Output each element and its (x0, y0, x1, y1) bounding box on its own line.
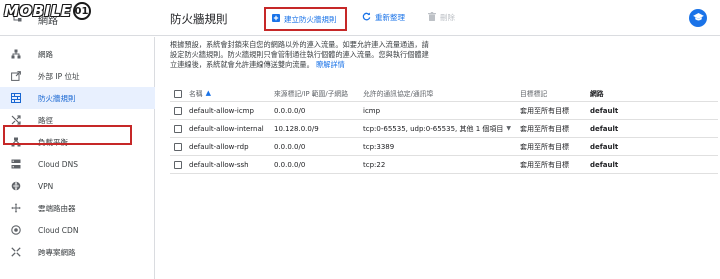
sidebar-item-cloud-router[interactable]: 雲端路由器 (0, 197, 155, 219)
rule-protocols: tcp:22 (363, 160, 386, 169)
row-checkbox[interactable] (174, 161, 182, 169)
rule-source: 0.0.0.0/0 (274, 106, 306, 115)
create-button-label: 建立防火牆規則 (284, 14, 337, 24)
column-header-source: 來源標記/IP 範圍/子網路 (274, 90, 349, 98)
sidebar-item-external-ip[interactable]: 外部 IP 位址 (0, 65, 155, 87)
cloud-dns-icon (11, 159, 21, 169)
table-row: default-allow-internal 10.128.0.0/9 tcp:… (170, 120, 718, 138)
sidebar-item-shared-vpc[interactable]: 跨專案網路 (0, 241, 155, 263)
column-header-protocols: 允許的通訊協定/通訊埠 (363, 90, 434, 98)
sidebar-item-cloud-cdn[interactable]: Cloud CDN (0, 219, 155, 241)
routes-icon (11, 115, 21, 125)
vpn-icon (11, 181, 21, 191)
rule-name[interactable]: default-allow-icmp (189, 102, 254, 119)
watermark: MOBILE 01 (4, 1, 91, 21)
sidebar-item-label: Cloud DNS (38, 159, 78, 169)
rule-network: default (590, 160, 619, 169)
network-icon (11, 49, 21, 59)
rule-target: 套用至所有目標 (520, 106, 569, 115)
sidebar-item-label: 網路 (38, 49, 53, 59)
rule-network: default (590, 142, 619, 151)
rule-name[interactable]: default-allow-internal (189, 120, 264, 137)
description: 根據預設，系統會封鎖來自您的網路以外的連入流量。如要允許連入流量通過，請設定防火… (170, 40, 432, 70)
firewall-rules-table: 名稱 ▲ 來源標記/IP 範圍/子網路 允許的通訊協定/通訊埠 目標標記 網路 … (170, 85, 718, 174)
sidebar: 網路 外部 IP 位址 防火牆規則 路徑 負載平衡 Cloud DNS VPN … (0, 37, 155, 279)
rule-protocols-text: tcp:0-65535, udp:0-65535, 其他 1 個項目 (363, 124, 504, 133)
sidebar-item-load-balancing[interactable]: 負載平衡 (0, 131, 155, 153)
select-all-checkbox[interactable] (174, 90, 182, 98)
sidebar-item-vpn[interactable]: VPN (0, 175, 155, 197)
external-ip-icon (11, 71, 21, 81)
table-row: default-allow-rdp 0.0.0.0/0 tcp:3389 套用至… (170, 138, 718, 156)
row-checkbox[interactable] (174, 107, 182, 115)
rule-source: 0.0.0.0/0 (274, 160, 306, 169)
rule-name[interactable]: default-allow-ssh (189, 156, 249, 173)
sidebar-item-label: 跨專案網路 (38, 247, 76, 257)
sidebar-item-label: 防火牆規則 (38, 93, 76, 103)
learn-more-link[interactable]: 瞭解詳情 (316, 60, 345, 69)
rule-protocols: icmp (363, 106, 381, 115)
row-checkbox[interactable] (174, 125, 182, 133)
sidebar-item-label: VPN (38, 181, 54, 191)
top-bar: 網路 防火牆規則 建立防火牆規則 重新整理 刪除 (0, 0, 720, 36)
rule-source: 10.128.0.0/9 (274, 124, 319, 133)
load-balancing-icon (11, 137, 21, 147)
rule-protocols[interactable]: tcp:0-65535, udp:0-65535, 其他 1 個項目 ▼ (363, 120, 511, 137)
rule-network: default (590, 124, 619, 133)
rule-target: 套用至所有目標 (520, 142, 569, 151)
table-row: default-allow-ssh 0.0.0.0/0 tcp:22 套用至所有… (170, 156, 718, 174)
sidebar-item-routes[interactable]: 路徑 (0, 109, 155, 131)
rule-target: 套用至所有目標 (520, 160, 569, 169)
sort-ascending-icon: ▲ (205, 89, 211, 97)
tutorial-button[interactable] (689, 9, 707, 27)
sidebar-item-firewall-rules[interactable]: 防火牆規則 (0, 87, 155, 109)
chevron-down-icon: ▼ (506, 125, 512, 132)
column-header-network: 網路 (590, 90, 604, 98)
page-title: 防火牆規則 (170, 12, 228, 26)
table-header-row: 名稱 ▲ 來源標記/IP 範圍/子網路 允許的通訊協定/通訊埠 目標標記 網路 (170, 85, 718, 102)
cloud-cdn-icon (11, 225, 21, 235)
firewall-icon (11, 93, 21, 103)
sidebar-item-label: 雲端路由器 (38, 203, 76, 213)
rule-network: default (590, 106, 619, 115)
rule-source: 0.0.0.0/0 (274, 142, 306, 151)
rule-target: 套用至所有目標 (520, 124, 569, 133)
column-header-name[interactable]: 名稱 ▲ (189, 85, 211, 101)
refresh-button-label: 重新整理 (375, 13, 405, 22)
create-firewall-rule-button[interactable]: 建立防火牆規則 (264, 7, 347, 31)
rule-name[interactable]: default-allow-rdp (189, 138, 249, 155)
table-row: default-allow-icmp 0.0.0.0/0 icmp 套用至所有目… (170, 102, 718, 120)
sidebar-item-label: Cloud CDN (38, 225, 79, 235)
refresh-icon (362, 12, 371, 23)
trash-icon (428, 12, 436, 23)
column-header-target: 目標標記 (520, 90, 548, 98)
main-content: 根據預設，系統會封鎖來自您的網路以外的連入流量。如要允許連入流量通過，請設定防火… (170, 40, 715, 70)
watermark-text: MOBILE (4, 2, 72, 20)
delete-button-label: 刪除 (440, 13, 455, 22)
sidebar-item-label: 路徑 (38, 115, 53, 125)
cloud-router-icon (11, 203, 21, 213)
rule-protocols: tcp:3389 (363, 142, 395, 151)
column-header-label: 名稱 (189, 90, 203, 98)
sidebar-item-networks[interactable]: 網路 (0, 43, 155, 65)
description-text: 根據預設，系統會封鎖來自您的網路以外的連入流量。如要允許連入流量通過，請設定防火… (170, 40, 429, 69)
school-icon (692, 12, 704, 24)
add-box-icon (272, 14, 280, 24)
refresh-button[interactable]: 重新整理 (362, 12, 405, 23)
shared-vpc-icon (11, 247, 21, 257)
sidebar-item-label: 負載平衡 (38, 137, 68, 147)
watermark-suffix: 01 (72, 2, 91, 20)
row-checkbox[interactable] (174, 143, 182, 151)
delete-button[interactable]: 刪除 (428, 12, 455, 23)
sidebar-item-label: 外部 IP 位址 (38, 71, 80, 81)
sidebar-item-cloud-dns[interactable]: Cloud DNS (0, 153, 155, 175)
